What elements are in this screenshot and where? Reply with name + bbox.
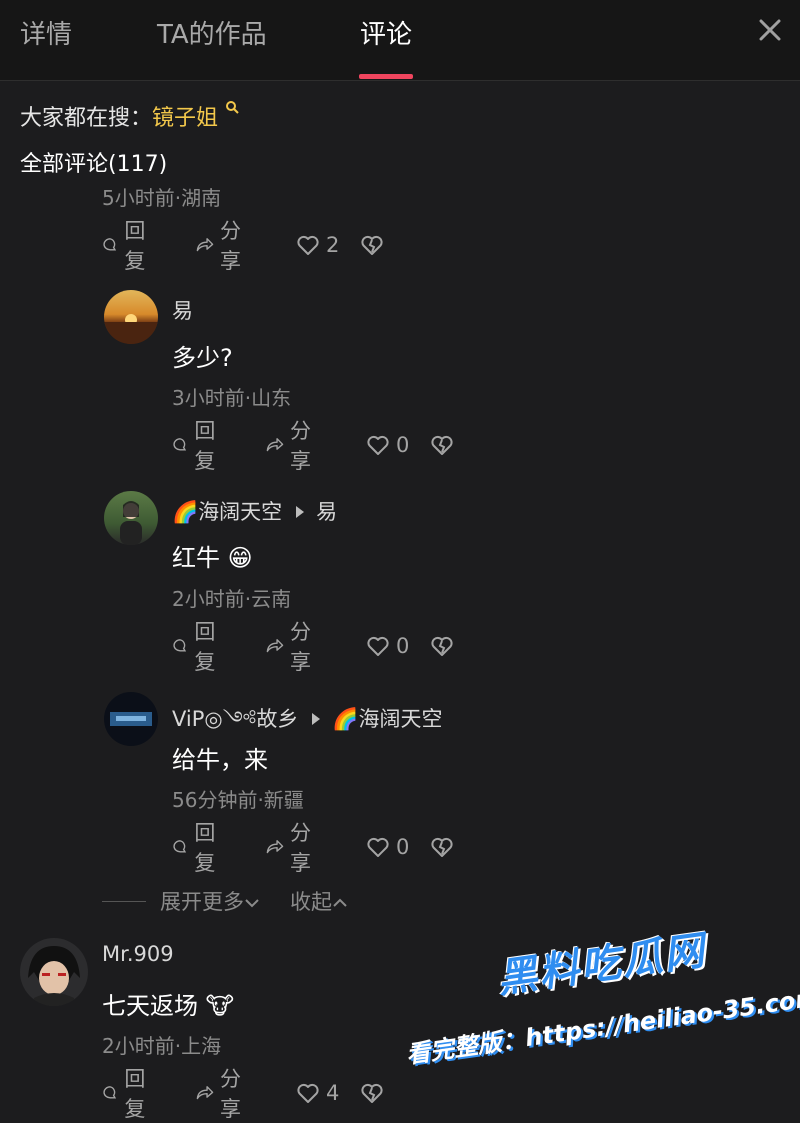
dislike-button[interactable] [430, 430, 454, 460]
person-avatar-image [120, 501, 142, 545]
broken-heart-icon [361, 1083, 383, 1103]
heart-icon [297, 1083, 319, 1103]
collapse-button[interactable]: 收起 [290, 886, 348, 916]
share-arrow-icon [266, 840, 284, 854]
dislike-button[interactable] [430, 832, 454, 862]
close-icon [759, 19, 781, 41]
comment-text: 红牛 😁 [172, 544, 253, 572]
like-button[interactable]: 0 [366, 631, 409, 661]
reply-to-arrow-icon [312, 713, 321, 725]
username[interactable]: 🌈海阔天空易 [172, 496, 337, 526]
like-count: 0 [396, 433, 410, 457]
broken-heart-icon [431, 636, 453, 656]
tab-details[interactable]: 详情 [20, 14, 72, 51]
share-button[interactable]: 分享 [266, 419, 319, 473]
reply-button[interactable]: 回复 [172, 620, 223, 674]
heart-icon [367, 636, 389, 656]
username[interactable]: Mr.909 [102, 942, 174, 966]
active-tab-indicator [359, 74, 413, 79]
reply-to-username[interactable]: 易 [316, 500, 337, 524]
reply-button[interactable]: 回复 [102, 1067, 153, 1121]
avatar[interactable] [104, 692, 158, 746]
share-arrow-icon [266, 639, 284, 653]
watermark-title: 黑料吃瓜网 [494, 927, 709, 1003]
heart-icon [367, 837, 389, 857]
dislike-button[interactable] [360, 230, 384, 260]
like-count: 0 [396, 835, 410, 859]
reply-button[interactable]: 回复 [172, 821, 223, 875]
like-button[interactable]: 0 [366, 430, 409, 460]
share-button[interactable]: 分享 [266, 620, 319, 674]
heart-icon [297, 235, 319, 255]
broken-heart-icon [431, 837, 453, 857]
search-icon [226, 101, 239, 114]
broken-heart-icon [361, 235, 383, 255]
comments-count-header: 全部评论(117) [20, 152, 168, 177]
avatar[interactable] [20, 938, 88, 1006]
anime-avatar-image [28, 946, 80, 1006]
watermark-url: 看完整版：https://heiliao-35.com [404, 983, 800, 1069]
username[interactable]: 易 [172, 295, 193, 325]
expand-more-button[interactable]: 展开更多 [160, 886, 260, 916]
sunset-avatar-image [104, 314, 158, 344]
dislike-button[interactable] [430, 631, 454, 661]
share-button[interactable]: 分享 [196, 219, 249, 273]
share-arrow-icon [266, 438, 284, 452]
tab-works[interactable]: TA的作品 [157, 14, 267, 51]
comment-bubble-icon [173, 438, 187, 451]
comment-meta: 2小时前·上海 [102, 1034, 222, 1058]
hot-search-keyword[interactable]: 镜子姐 [152, 106, 218, 131]
top-tab-bar: 详情 TA的作品 评论 [0, 0, 800, 81]
comment-bubble-icon [103, 1086, 117, 1099]
like-count: 0 [396, 634, 410, 658]
search-suggestion: 大家都在搜：镜子姐 [20, 100, 239, 132]
avatar[interactable] [104, 290, 158, 344]
comment-meta: 3小时前·山东 [172, 386, 292, 410]
tab-comments[interactable]: 评论 [360, 14, 412, 51]
divider [102, 900, 146, 902]
dislike-button[interactable] [360, 1078, 384, 1108]
broken-heart-icon [431, 435, 453, 455]
search-prefix: 大家都在搜： [20, 106, 153, 131]
comment-bubble-icon [173, 840, 187, 853]
reply-to-username[interactable]: 🌈海阔天空 [332, 707, 442, 731]
expand-collapse-row: 展开更多 收起 [102, 886, 348, 916]
chevron-up-icon [333, 898, 347, 907]
like-button[interactable]: 2 [296, 230, 339, 260]
comment-meta: 5小时前·湖南 [102, 186, 222, 210]
reply-button[interactable]: 回复 [102, 219, 153, 273]
like-count: 4 [326, 1081, 340, 1105]
dark-banner-avatar-image [110, 712, 152, 726]
comment-text: 给牛，来 [172, 746, 268, 774]
chevron-down-icon [245, 899, 259, 908]
like-count: 2 [326, 233, 340, 257]
comment-text: 多少? [172, 344, 233, 372]
comment-text: 七天返场 🐮 [102, 992, 235, 1020]
like-button[interactable]: 4 [296, 1078, 339, 1108]
reply-to-arrow-icon [296, 506, 305, 518]
share-arrow-icon [196, 1086, 214, 1100]
heart-icon [367, 435, 389, 455]
close-button[interactable] [756, 16, 784, 44]
avatar[interactable] [104, 491, 158, 545]
comment-meta: 56分钟前·新疆 [172, 788, 304, 812]
share-button[interactable]: 分享 [196, 1067, 249, 1121]
share-button[interactable]: 分享 [266, 821, 319, 875]
share-arrow-icon [196, 238, 214, 252]
like-button[interactable]: 0 [366, 832, 409, 862]
comment-meta: 2小时前·云南 [172, 587, 292, 611]
comment-bubble-icon [173, 639, 187, 652]
comment-bubble-icon [103, 238, 117, 251]
reply-button[interactable]: 回复 [172, 419, 223, 473]
